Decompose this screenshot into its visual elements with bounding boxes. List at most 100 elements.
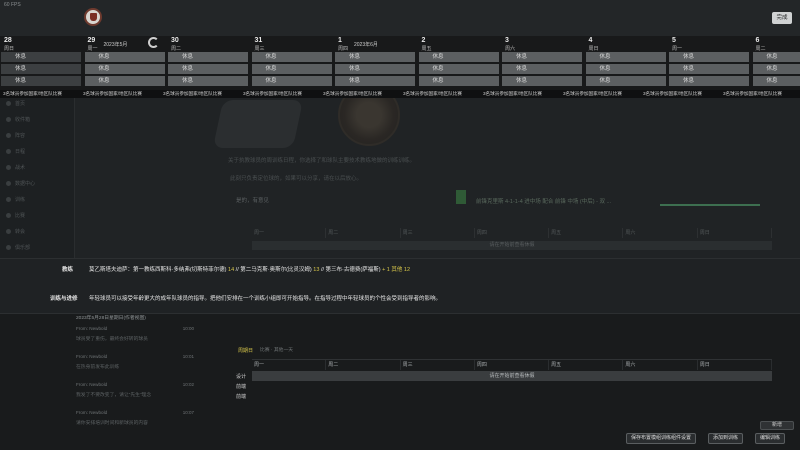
- feed-entry[interactable]: From: Newbold 请你安排培训时间和新球员的内容 10:07: [76, 410, 194, 426]
- training-slot[interactable]: 休息: [752, 52, 800, 62]
- training-slot[interactable]: 休息: [84, 52, 165, 62]
- background-weekdays: 周一 周二 周三 周四 周五 周六 周日: [252, 228, 772, 238]
- training-slot[interactable]: 休息: [585, 64, 666, 74]
- training-slot[interactable]: 休息: [335, 52, 415, 62]
- background-sidebar-item: 比赛: [0, 207, 74, 223]
- feed-time: 10:01: [182, 354, 194, 359]
- day-number: 2: [421, 37, 426, 44]
- training-slot[interactable]: 休息: [669, 64, 749, 74]
- calendar-notes-row: 3名球员参加国家/地区队比赛 3名球员参加国家/地区队比赛 3名球员参加国家/地区队…: [0, 90, 800, 98]
- training-slot[interactable]: 休息: [418, 52, 499, 62]
- schedule-weekday: 周日: [698, 360, 772, 370]
- background-text-3: 是的，有意见: [236, 198, 270, 204]
- sidebar-dot-icon: [6, 228, 11, 234]
- training-slot[interactable]: 休息: [251, 52, 332, 62]
- calendar-day[interactable]: 1 周四 2023年6月 休息 休息 休息: [334, 36, 416, 98]
- coaches-text-1: 莫乙斯塔夫迪萨：第一教练西斯科·多纳弗(切斯特菲尔德): [89, 267, 229, 273]
- background-sidebar-item: 收件箱: [0, 111, 74, 127]
- training-slot[interactable]: 休息: [335, 76, 415, 86]
- feed-header: 2023年5月28日星期日(作者视图): [76, 316, 146, 321]
- calendar-day[interactable]: 30 周二 休息 休息 休息: [167, 36, 249, 98]
- calendar-day[interactable]: 28 周日 休息 休息 休息: [0, 36, 82, 98]
- done-button[interactable]: 完成: [772, 12, 792, 24]
- training-slot[interactable]: 休息: [669, 76, 749, 86]
- day-note: 3名球员参加国家/地区队比赛: [723, 91, 782, 96]
- add-to-training-button[interactable]: 添加到训练: [708, 433, 744, 444]
- background-sidebar-label: 日程: [15, 148, 26, 155]
- training-slot[interactable]: 休息: [669, 52, 749, 62]
- background-sidebar-item: 数据中心: [0, 175, 74, 191]
- training-slot[interactable]: 休息: [585, 76, 666, 86]
- schedule-bar[interactable]: 请在开始前查看休假: [252, 371, 772, 381]
- training-slot[interactable]: 休息: [502, 76, 582, 86]
- training-slot[interactable]: 休息: [1, 52, 81, 62]
- background-progress-line: [660, 204, 760, 206]
- background-sidebar-label: 比赛: [15, 212, 26, 219]
- day-number: 4: [588, 37, 593, 44]
- day-weekday: 周三: [254, 46, 265, 52]
- day-note: 3名球员参加国家/地区队比赛: [163, 91, 222, 96]
- sidebar-dot-icon: [6, 212, 11, 218]
- save-unit-settings-button[interactable]: 保存布置模组训练组件设置: [626, 433, 697, 444]
- schedule-side-label-2: 前端: [236, 384, 247, 390]
- training-slot[interactable]: 休息: [84, 64, 165, 74]
- training-slot[interactable]: 休息: [251, 76, 332, 86]
- schedule-title: 周期日: [238, 348, 254, 354]
- feed-message: 球员受了重伤，最终会好转的球员: [76, 337, 148, 342]
- feed-entry[interactable]: From: Newbold 我发了不要改变了，请让“先生”理念 10:02: [76, 382, 194, 398]
- edit-training-button[interactable]: 编辑训练: [755, 433, 786, 444]
- coaches-text-2: // 第二马克斯·奥斯尔(比灵汉姆): [234, 267, 314, 273]
- club-crest-icon[interactable]: [84, 8, 102, 26]
- calendar-day[interactable]: 6 周二 休息 休息 休息: [752, 36, 800, 98]
- training-slot[interactable]: 休息: [168, 64, 248, 74]
- coaches-label: 教练: [62, 267, 74, 273]
- training-slot[interactable]: 休息: [752, 64, 800, 74]
- training-slot[interactable]: 休息: [1, 76, 81, 86]
- training-slot[interactable]: 休息: [585, 52, 666, 62]
- training-slot[interactable]: 休息: [502, 52, 582, 62]
- training-slot[interactable]: 休息: [168, 52, 248, 62]
- background-graphic: [212, 100, 304, 148]
- training-slot[interactable]: 休息: [418, 76, 499, 86]
- background-sidebar-label: 转会: [15, 228, 26, 235]
- background-sidebar-item: 训练: [0, 191, 74, 207]
- calendar-day[interactable]: 31 周三 休息 休息 休息: [251, 36, 333, 98]
- background-sidebar-item: 战术: [0, 159, 74, 175]
- training-slot[interactable]: 休息: [502, 64, 582, 74]
- schedule-weekday-header: 周一 周二 周三 周四 周五 周六 周日: [252, 359, 772, 370]
- training-slot[interactable]: 休息: [84, 76, 165, 86]
- background-text-1: 关于执教球员的周训练日程，你选择了和球队主要技术教练地做的训练训练。: [228, 158, 416, 164]
- background-sidebar-item: 俱乐部: [0, 239, 74, 255]
- sidebar-dot-icon: [6, 196, 11, 202]
- sidebar-dot-icon: [6, 244, 11, 250]
- calendar-day[interactable]: 4 周日 休息 休息 休息: [585, 36, 667, 98]
- training-slot[interactable]: 休息: [752, 76, 800, 86]
- training-slot[interactable]: 休息: [168, 76, 248, 86]
- training-slot[interactable]: 休息: [335, 64, 415, 74]
- info-panel: 教练 莫乙斯塔夫迪萨：第一教练西斯科·多纳弗(切斯特菲尔德) 14 // 第二马…: [0, 258, 800, 314]
- schedule-selector[interactable]: 比赛 · 其他一天: [260, 346, 293, 353]
- coaches-text: 莫乙斯塔夫迪萨：第一教练西斯科·多纳弗(切斯特菲尔德) 14 // 第二马克斯·…: [89, 265, 410, 273]
- calendar-strip: 28 周日 休息 休息 休息 29 周一 2023年5月 休息 休息 休息 30 周二 休息 休息 休息 31 周…: [0, 36, 800, 98]
- feed-entry[interactable]: From: Newbold 在热身前发布此训练 10:01: [76, 354, 194, 370]
- mentoring-text: 年轻球员可以接受年龄更大的成年队球员的指导。把他们安排在一个训练小组即可开始指导…: [89, 296, 442, 302]
- feed-sender: From: Newbold: [76, 354, 108, 359]
- training-slot[interactable]: 休息: [251, 64, 332, 74]
- training-slot[interactable]: 休息: [418, 64, 499, 74]
- mentoring-label: 训练与进修: [50, 296, 78, 302]
- training-slot[interactable]: 休息: [1, 64, 81, 74]
- top-bar: 60 FPS 完成: [0, 0, 800, 36]
- calendar-day[interactable]: 3 周六 休息 休息 休息: [501, 36, 583, 98]
- feed-message: 请你安排培训时间和新球员的内容: [76, 421, 148, 426]
- sidebar-dot-icon: [6, 164, 11, 170]
- news-feed: 2023年5月28日星期日(作者视图) From: Newbold 球员受了重伤，…: [74, 314, 196, 450]
- schedule-weekday: 周四: [475, 360, 550, 370]
- day-note: 3名球员参加国家/地区队比赛: [3, 91, 62, 96]
- calendar-day[interactable]: 5 周一 休息 休息 休息: [668, 36, 750, 98]
- add-button[interactable]: 新增: [760, 421, 794, 430]
- day-weekday: 周四: [338, 46, 349, 52]
- calendar-day[interactable]: 2 周五 休息 休息 休息: [418, 36, 500, 98]
- feed-entry[interactable]: From: Newbold 球员受了重伤，最终会好转的球员 10:00: [76, 326, 194, 342]
- feed-time: 10:00: [182, 326, 194, 331]
- feed-message: 我发了不要改变了，请让“先生”理念: [76, 393, 152, 398]
